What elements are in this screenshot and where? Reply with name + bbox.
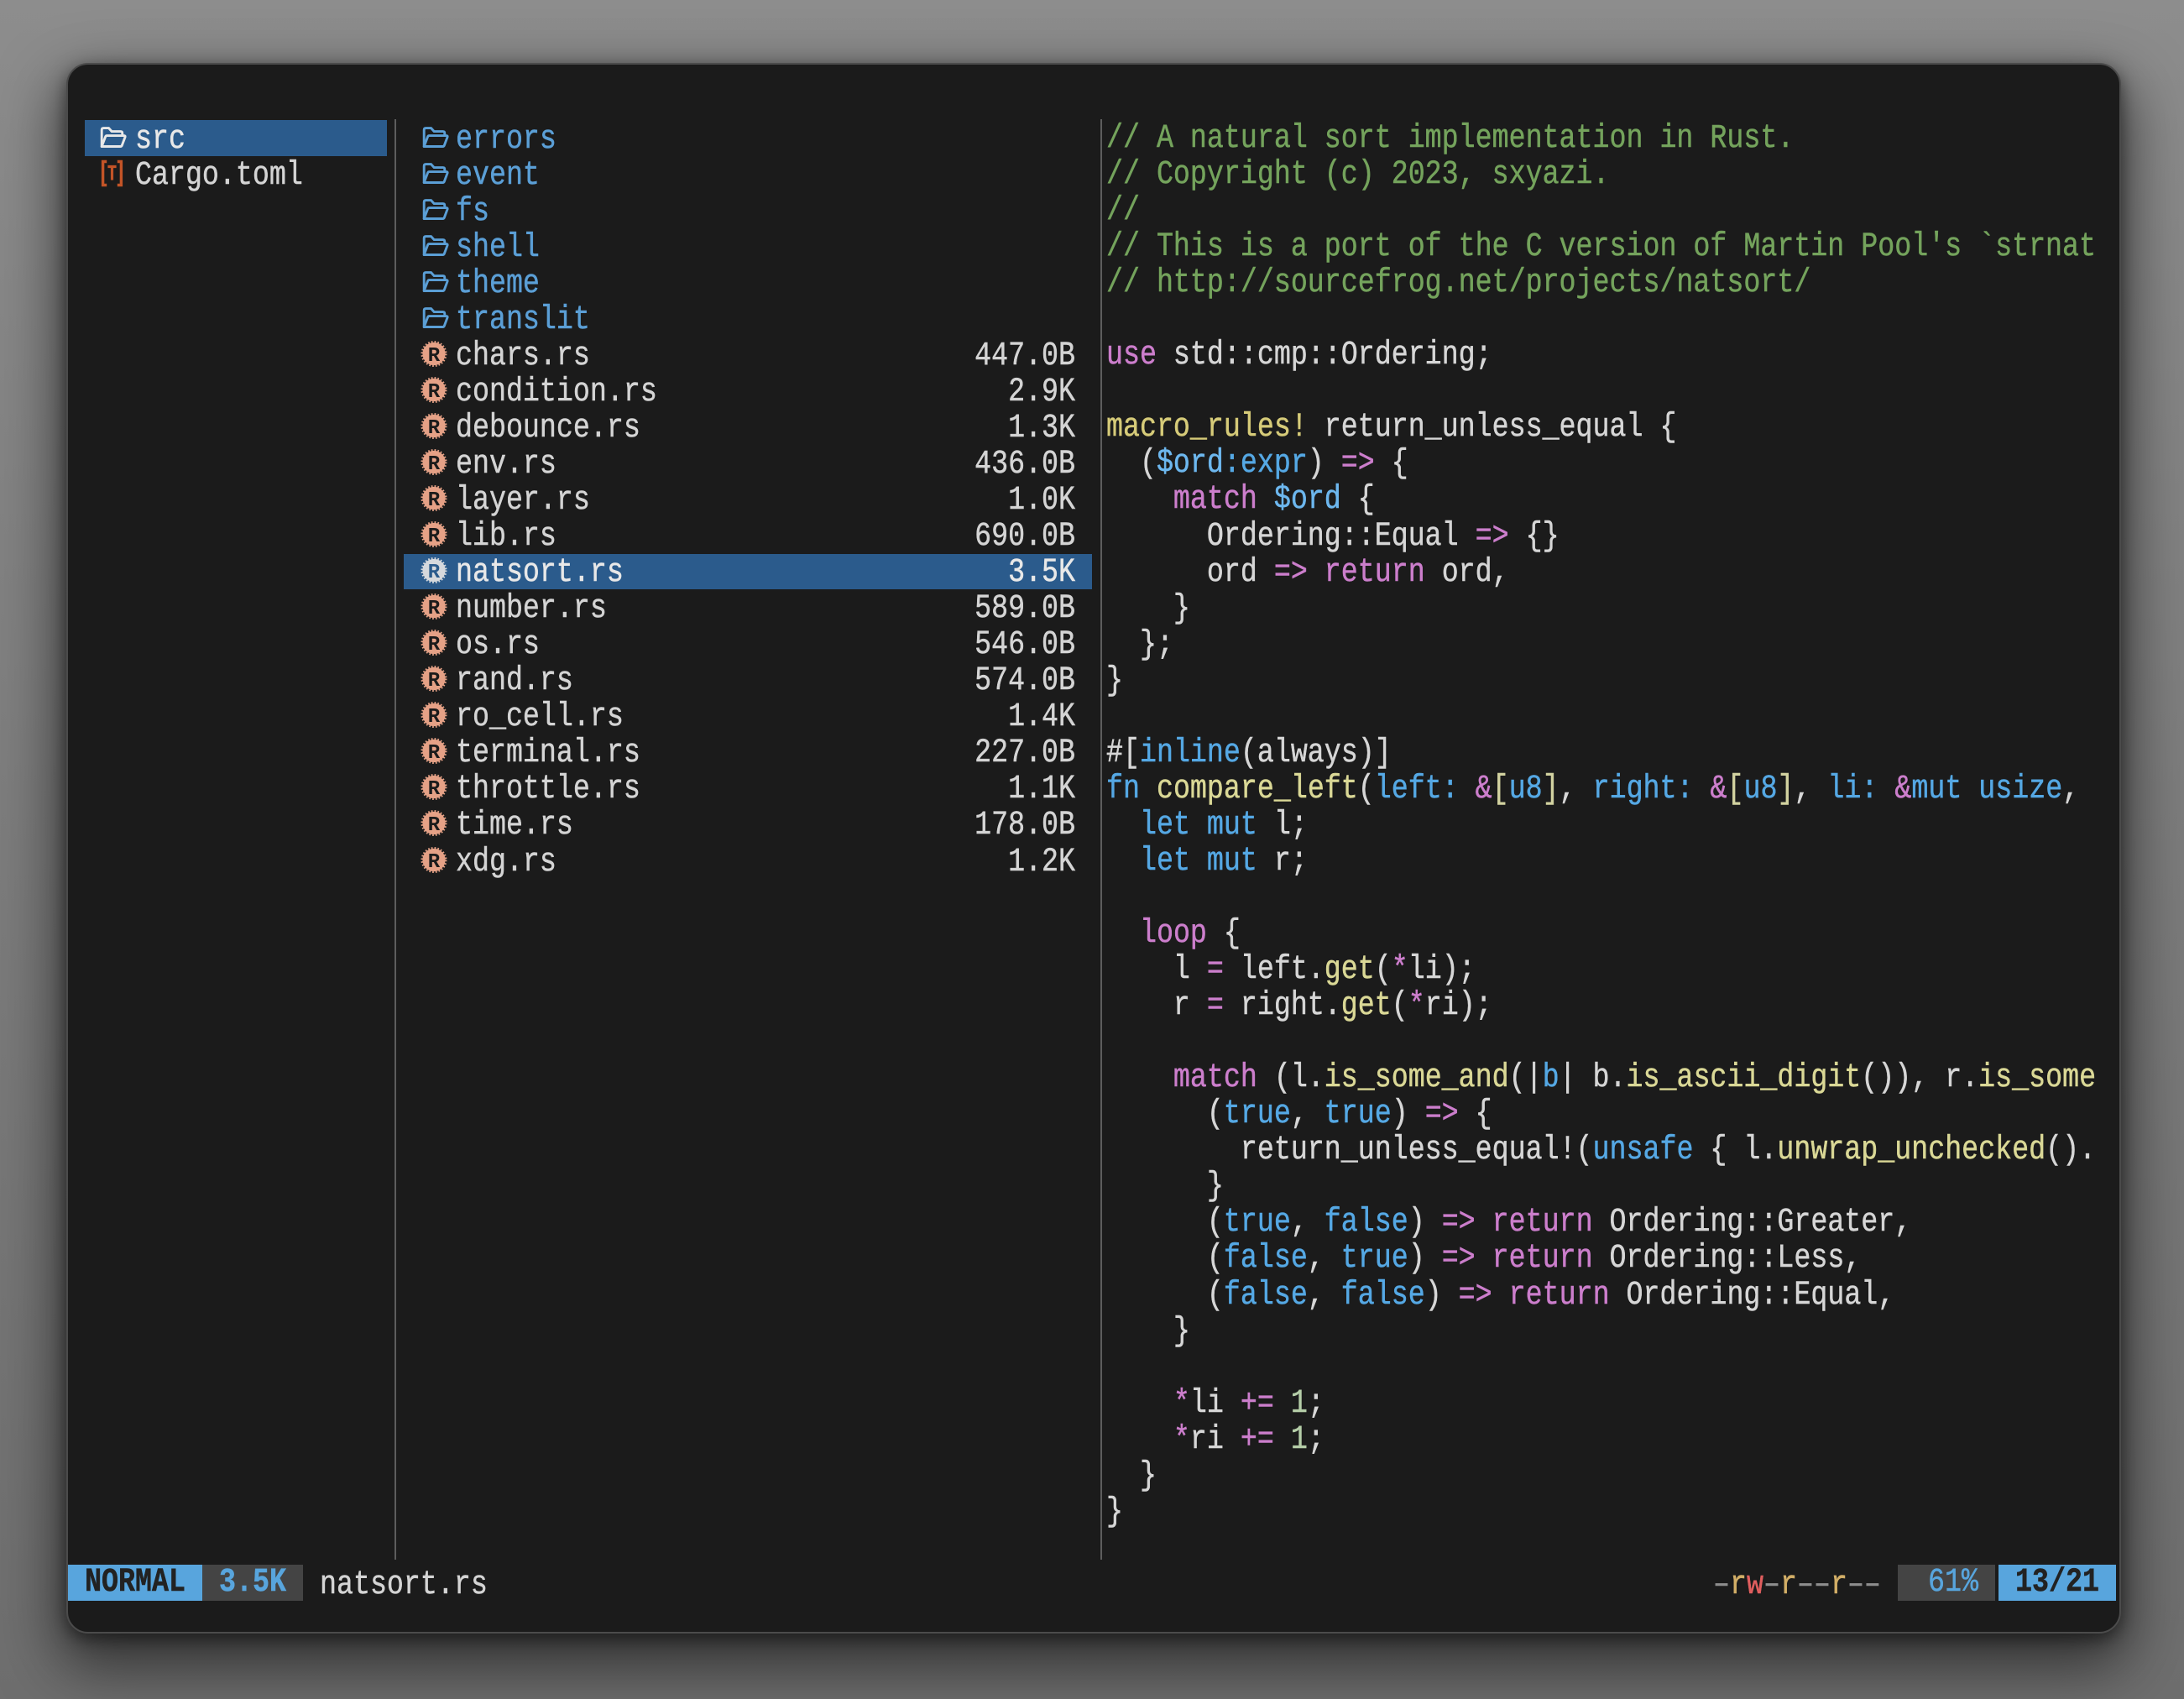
svg-text:R: R — [428, 489, 441, 512]
svg-text:R: R — [428, 778, 441, 801]
svg-text:R: R — [428, 706, 441, 729]
svg-text:R: R — [428, 814, 441, 837]
svg-text:R: R — [428, 525, 441, 548]
svg-text:R: R — [428, 562, 441, 584]
svg-text:R: R — [428, 742, 441, 765]
svg-text:R: R — [428, 381, 441, 404]
svg-text:R: R — [428, 851, 441, 874]
svg-text:R: R — [428, 417, 441, 440]
svg-text:R: R — [428, 670, 441, 693]
svg-text:R: R — [428, 453, 441, 476]
svg-text:R: R — [428, 634, 441, 656]
svg-text:R: R — [428, 598, 441, 620]
svg-text:R: R — [428, 345, 441, 368]
